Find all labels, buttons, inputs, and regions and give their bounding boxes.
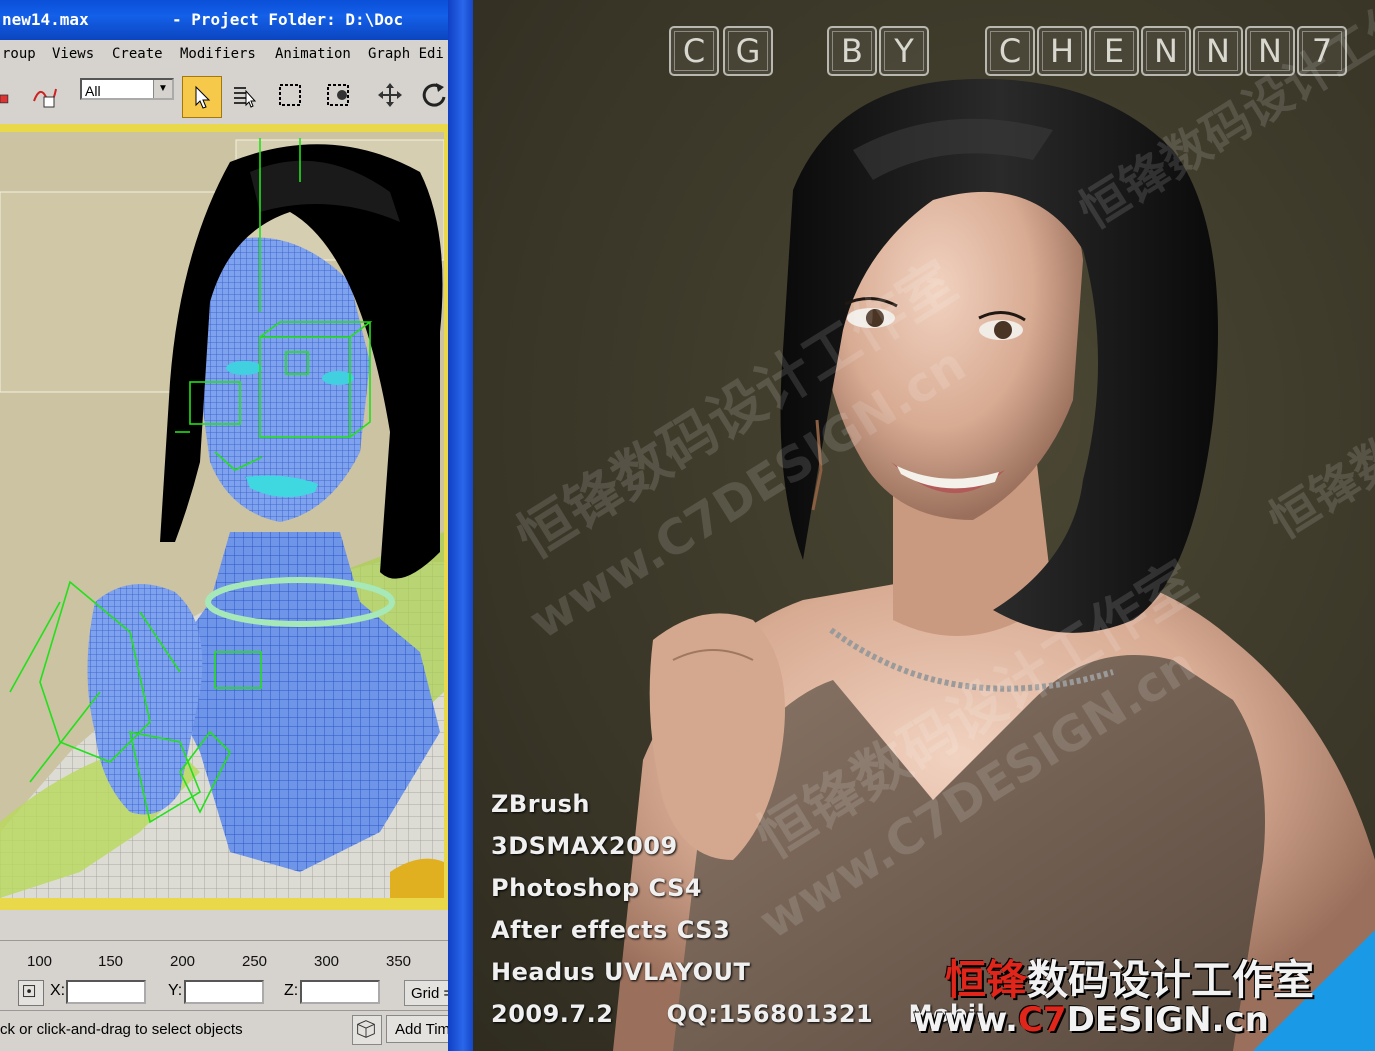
tick-label: 300: [314, 953, 340, 970]
tick-label: 100: [27, 953, 53, 970]
wireframe-model: [0, 132, 444, 898]
rotate-button[interactable]: [418, 78, 450, 112]
unlink-icon: [0, 94, 9, 104]
grid-setting[interactable]: Grid =: [404, 980, 450, 1006]
z-label: Z:: [284, 982, 299, 999]
studio-url-red: C7: [1017, 1000, 1067, 1040]
status-prompt: ck or click-and-drag to select objects: [0, 1021, 243, 1038]
time-slider[interactable]: [0, 910, 450, 940]
studio-cn-red: 恒锋: [945, 956, 1027, 1004]
render-image: C G B Y C H E N N N 7 恒锋数码设计工作室 www.C7DE…: [473, 0, 1375, 1051]
status-bar: ck or click-and-drag to select objects A…: [0, 1010, 450, 1051]
title-project-folder: - Project Folder: D:\Doc: [172, 10, 404, 29]
title-tile: G: [723, 26, 773, 76]
title-tile: E: [1089, 26, 1139, 76]
menu-modifiers[interactable]: Modifiers: [180, 40, 256, 68]
studio-cn-rest: 数码设计工作室: [1027, 956, 1314, 1004]
title-tile: 7: [1297, 26, 1347, 76]
window-crossing-icon: [327, 84, 349, 106]
title-tile: C: [669, 26, 719, 76]
credit-line: Photoshop CS4: [491, 874, 703, 902]
bind-space-warp-button[interactable]: [28, 78, 60, 112]
menu-group[interactable]: roup: [2, 40, 36, 68]
credit-line: 3DSMAX2009: [491, 832, 678, 860]
add-time-tag-button[interactable]: Add Tim: [386, 1015, 450, 1043]
unlink-button[interactable]: [0, 78, 22, 112]
view-cube-icon: [357, 1020, 375, 1038]
z-coordinate-field[interactable]: [300, 980, 380, 1004]
credit-contact: 2009.7.2 QQ:156801321 Mobil: [491, 1000, 986, 1028]
region-select-button[interactable]: [274, 78, 306, 112]
main-toolbar: All ▼: [0, 68, 450, 125]
title-tile: N: [1245, 26, 1295, 76]
bind-space-warp-icon: [33, 88, 57, 108]
menu-create[interactable]: Create: [112, 40, 163, 68]
menu-views[interactable]: Views: [52, 40, 94, 68]
region-select-icon: [279, 84, 301, 106]
max-window: new14.max - Project Folder: D:\Doc roup …: [0, 0, 450, 1051]
rotate-icon: [422, 83, 446, 107]
move-icon: [378, 83, 402, 107]
credit-line: After effects CS3: [491, 916, 731, 944]
window-divider: [448, 0, 473, 1051]
coordinate-bar: X: Y: Z: Grid =: [0, 974, 450, 1010]
title-file: new14.max: [2, 10, 89, 29]
menu-bar: roup Views Create Modifiers Animation Gr…: [0, 40, 450, 68]
title-tile: H: [1037, 26, 1087, 76]
window-crossing-button[interactable]: [322, 78, 354, 112]
x-label: X:: [50, 982, 66, 999]
selection-filter-dropdown[interactable]: All ▼: [80, 78, 174, 100]
credit-line: ZBrush: [491, 790, 590, 818]
chevron-down-icon: ▼: [153, 80, 172, 98]
select-object-button[interactable]: [182, 76, 222, 118]
select-object-icon: [195, 85, 211, 109]
tick-label: 150: [98, 953, 124, 970]
tick-label: 200: [170, 953, 196, 970]
perspective-viewport[interactable]: [0, 132, 444, 898]
timeline-ruler[interactable]: 100 150 200 250 300 350: [0, 940, 450, 975]
title-tile: C: [985, 26, 1035, 76]
credit-line: Headus UVLAYOUT: [491, 958, 751, 986]
y-coordinate-field[interactable]: [184, 980, 264, 1004]
y-label: Y:: [168, 982, 183, 999]
studio-url-pre: www.: [913, 1000, 1018, 1040]
select-by-name-button[interactable]: [228, 78, 260, 112]
studio-logo-url: www.C7DESIGN.cn: [913, 1000, 1269, 1040]
tick-label: 350: [386, 953, 412, 970]
title-bar: new14.max - Project Folder: D:\Doc: [0, 0, 450, 40]
studio-url-post: DESIGN.cn: [1066, 1000, 1269, 1040]
title-tile: N: [1193, 26, 1243, 76]
tick-label: 250: [242, 953, 268, 970]
view-cube-button[interactable]: [352, 1015, 382, 1045]
selection-filter-value: All: [85, 83, 101, 99]
move-button[interactable]: [374, 78, 406, 112]
title-tile: B: [827, 26, 877, 76]
studio-logo-cn: 恒锋数码设计工作室: [945, 946, 1314, 1006]
select-by-name-icon: [234, 87, 257, 108]
x-coordinate-field[interactable]: [66, 980, 146, 1004]
absolute-mode-button[interactable]: [18, 980, 44, 1006]
title-tile: Y: [879, 26, 929, 76]
menu-animation[interactable]: Animation: [275, 40, 351, 68]
menu-graph-editors[interactable]: Graph Edi: [368, 40, 444, 68]
title-tile: N: [1141, 26, 1191, 76]
absolute-mode-icon: [23, 985, 36, 998]
